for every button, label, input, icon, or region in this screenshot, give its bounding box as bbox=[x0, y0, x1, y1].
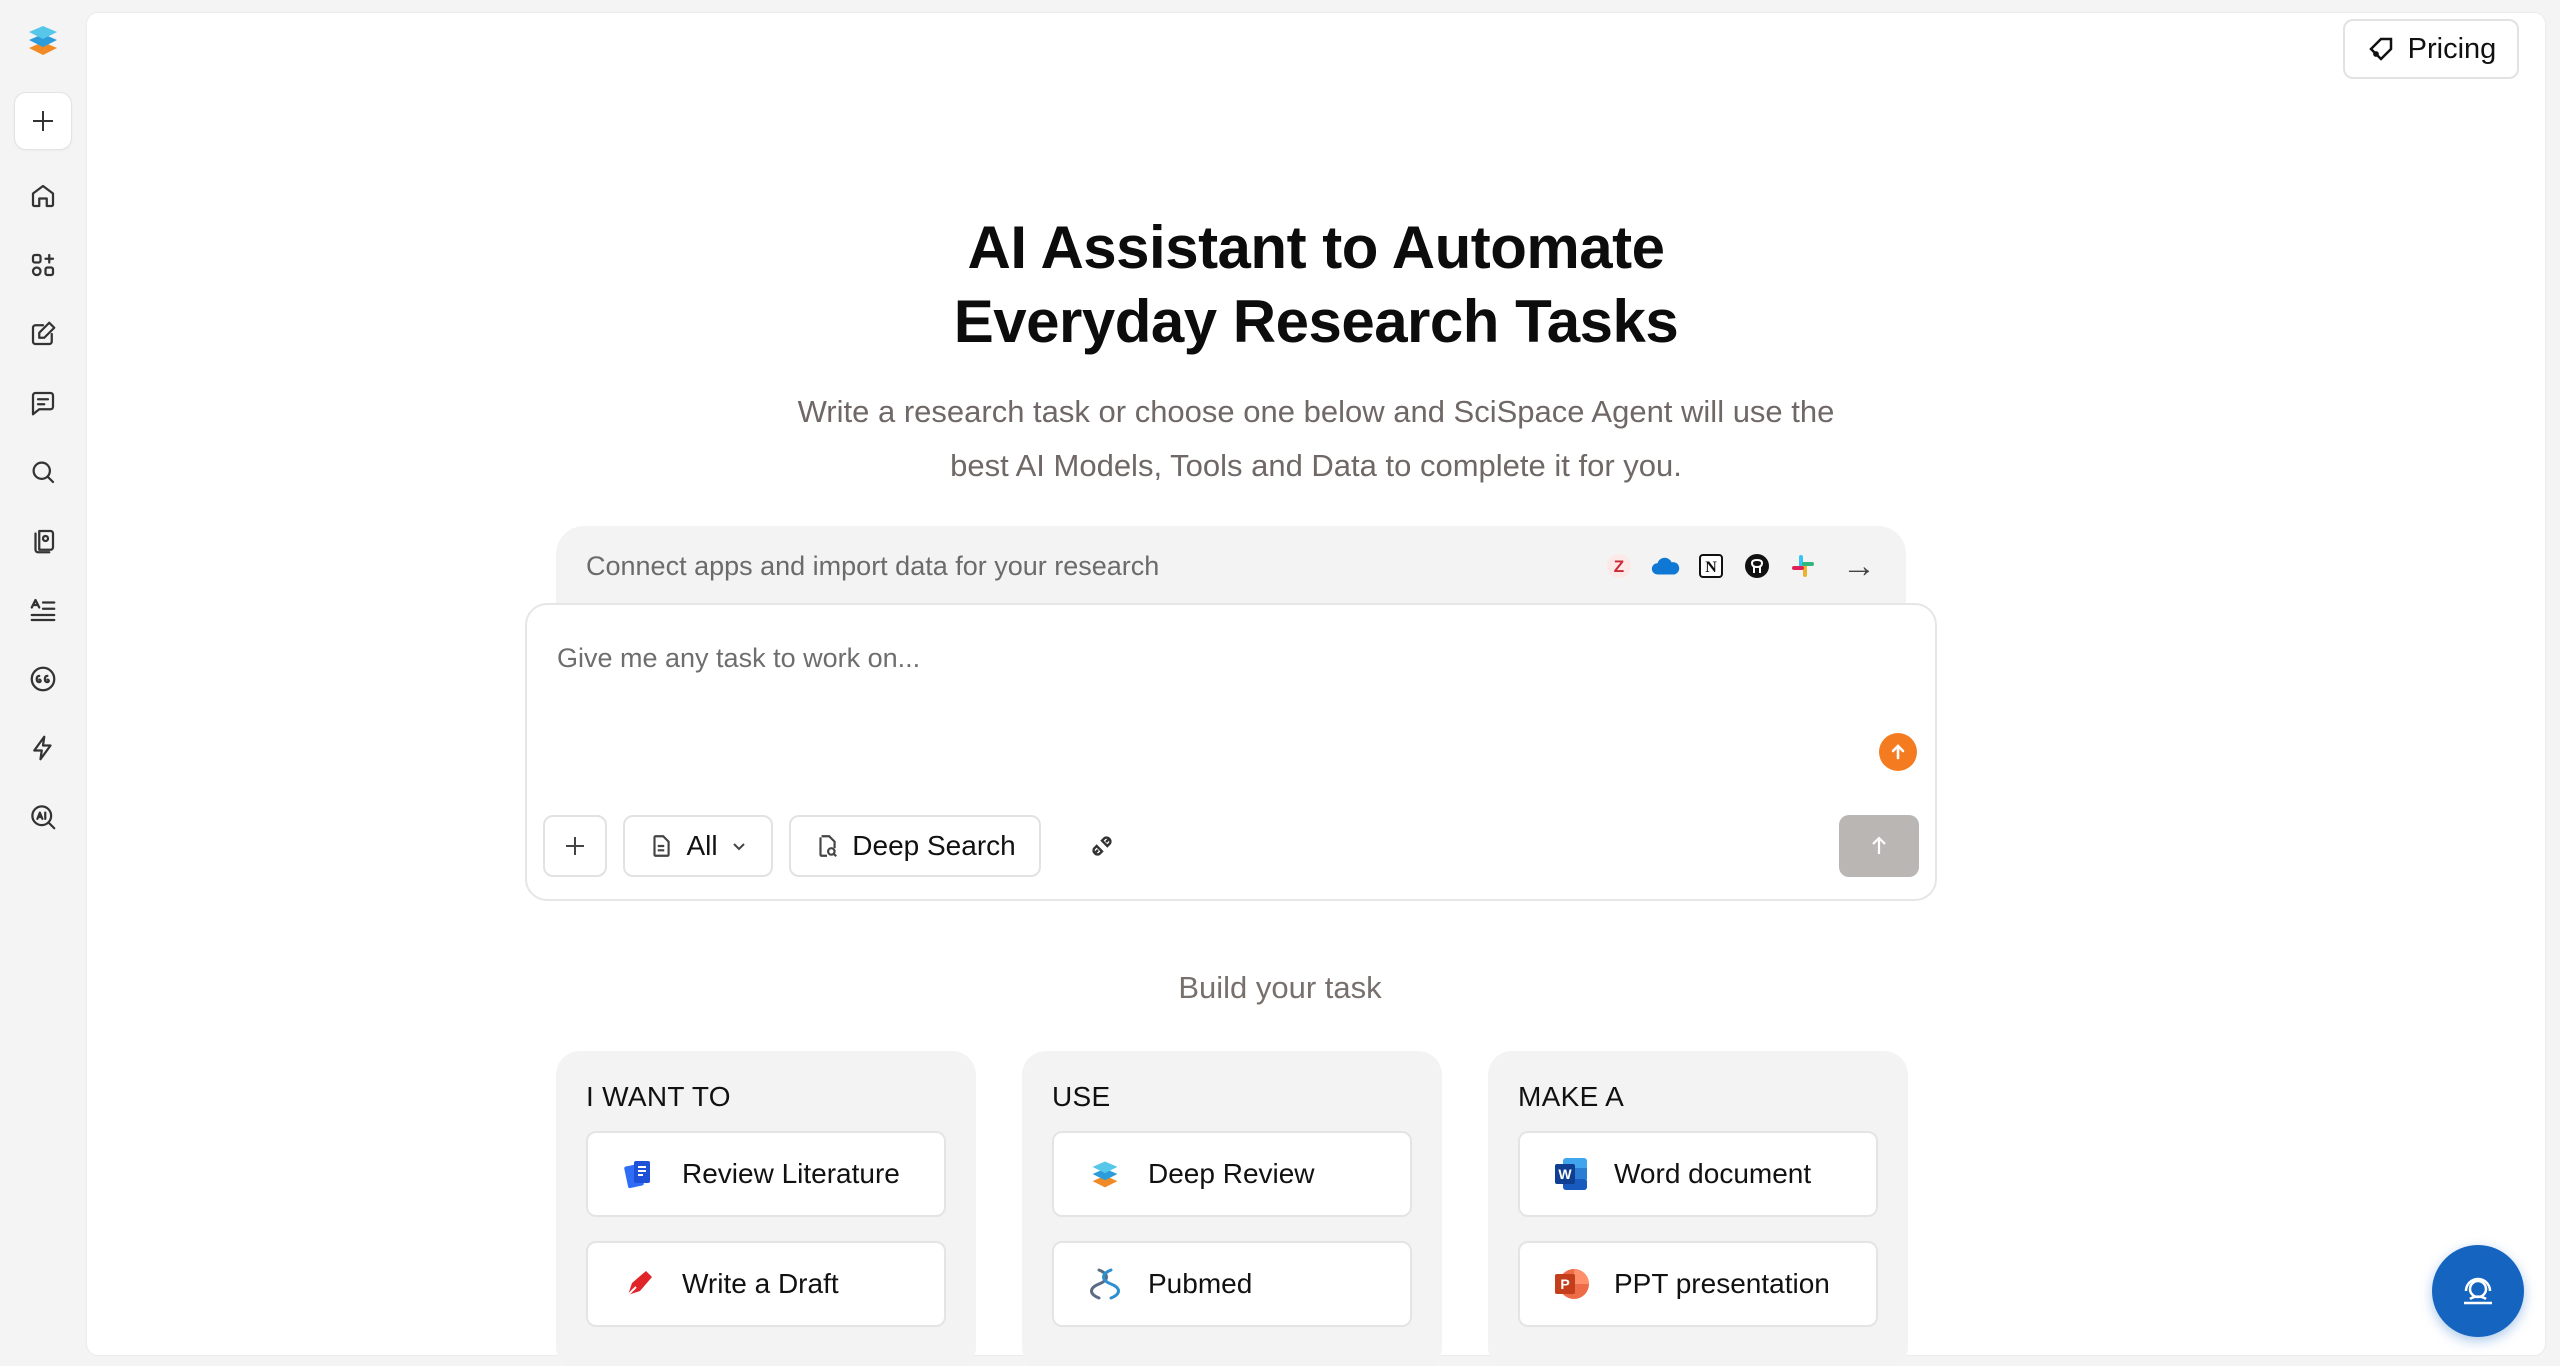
sidebar-item-ai-detector[interactable] bbox=[23, 799, 63, 835]
sidebar-item-library[interactable] bbox=[23, 523, 63, 559]
sidebar-item-home[interactable] bbox=[23, 178, 63, 214]
card-title: I WANT TO bbox=[586, 1081, 731, 1112]
connect-apps-text: Connect apps and import data for your re… bbox=[586, 550, 1160, 581]
pen-icon bbox=[618, 1263, 660, 1305]
support-chat-button[interactable] bbox=[2432, 1245, 2524, 1337]
task-builder-cards: I WANT TO Review Literature Write a Draf… bbox=[556, 1051, 1908, 1366]
zotero-icon: Z bbox=[1604, 551, 1634, 581]
new-task-button[interactable] bbox=[14, 92, 72, 150]
tag-icon bbox=[2368, 37, 2392, 61]
pricing-label: Pricing bbox=[2407, 32, 2497, 65]
page-title-line2: Everyday Research Tasks bbox=[953, 288, 1679, 355]
pricing-button[interactable]: Pricing bbox=[2343, 19, 2519, 79]
sidebar-item-apps[interactable] bbox=[23, 247, 63, 283]
option-write-a-draft[interactable]: Write a Draft bbox=[586, 1241, 946, 1327]
search-icon bbox=[32, 461, 55, 484]
build-your-task-label: Build your task bbox=[1178, 970, 1382, 1005]
add-attachment-button[interactable] bbox=[543, 815, 607, 877]
option-label: Deep Review bbox=[1148, 1158, 1315, 1189]
upload-indicator-icon[interactable] bbox=[1879, 733, 1917, 771]
source-filter-label: All bbox=[686, 830, 718, 861]
sidebar-item-search[interactable] bbox=[23, 454, 63, 490]
plus-icon bbox=[566, 837, 584, 855]
chat-icon bbox=[31, 391, 55, 416]
deep-search-label: Deep Search bbox=[852, 830, 1016, 861]
card-title: USE bbox=[1052, 1081, 1111, 1112]
onedrive-icon bbox=[1650, 551, 1680, 581]
ai-detector-icon bbox=[31, 805, 56, 830]
page-title-line1: AI Assistant to Automate bbox=[967, 214, 1665, 281]
chevron-down-icon bbox=[732, 843, 745, 851]
document-search-icon bbox=[819, 835, 838, 858]
task-input[interactable]: Give me any task to work on... bbox=[557, 643, 920, 674]
option-label: Write a Draft bbox=[682, 1268, 839, 1299]
home-icon bbox=[31, 184, 55, 208]
arrow-right-icon[interactable]: → bbox=[1842, 547, 1876, 586]
page-subtitle-line2: best AI Models, Tools and Data to comple… bbox=[950, 448, 1682, 483]
svg-text:Z: Z bbox=[1614, 557, 1624, 576]
option-pubmed[interactable]: Pubmed bbox=[1052, 1241, 1412, 1327]
sidebar-item-citation[interactable] bbox=[23, 661, 63, 697]
edit-icon bbox=[31, 321, 56, 346]
option-review-literature[interactable]: Review Literature bbox=[586, 1131, 946, 1217]
connect-apps-bar[interactable]: Connect apps and import data for your re… bbox=[556, 526, 1906, 606]
page-title: AI Assistant to Automate Everyday Resear… bbox=[87, 211, 2545, 359]
bolt-icon bbox=[33, 735, 52, 761]
option-deep-review[interactable]: Deep Review bbox=[1052, 1131, 1412, 1217]
card-use: USE Deep Review Pubmed bbox=[1022, 1051, 1442, 1366]
source-filter-dropdown[interactable]: All bbox=[623, 815, 773, 877]
card-title: MAKE A bbox=[1518, 1081, 1625, 1112]
card-i-want-to: I WANT TO Review Literature Write a Draf… bbox=[556, 1051, 976, 1366]
card-make-a: MAKE A W Word document P PPT presentatio… bbox=[1488, 1051, 1908, 1366]
option-ppt-presentation[interactable]: P PPT presentation bbox=[1518, 1241, 1878, 1327]
list-icon bbox=[30, 598, 56, 622]
library-icon bbox=[34, 529, 55, 554]
svg-text:W: W bbox=[1558, 1166, 1572, 1182]
github-icon bbox=[1742, 551, 1772, 581]
arrow-up-icon bbox=[1872, 836, 1886, 854]
svg-text:P: P bbox=[1560, 1276, 1569, 1292]
page-subtitle: Write a research task or choose one belo… bbox=[87, 385, 2545, 493]
sidebar-item-bolt[interactable] bbox=[23, 730, 63, 766]
option-word-document[interactable]: W Word document bbox=[1518, 1131, 1878, 1217]
option-label: PPT presentation bbox=[1614, 1268, 1830, 1299]
scispace-logo-icon[interactable] bbox=[23, 20, 63, 60]
connector-link-button[interactable] bbox=[1077, 815, 1127, 877]
review-literature-icon bbox=[618, 1153, 660, 1195]
word-icon: W bbox=[1550, 1153, 1592, 1195]
apps-icon bbox=[31, 253, 55, 277]
send-button[interactable] bbox=[1839, 815, 1919, 877]
option-label: Word document bbox=[1614, 1158, 1812, 1189]
citation-icon bbox=[30, 666, 56, 692]
document-icon bbox=[653, 835, 671, 857]
scispace-logo-icon bbox=[1084, 1153, 1126, 1195]
plug-icon bbox=[1092, 836, 1112, 856]
plus-icon bbox=[33, 111, 53, 131]
pubmed-icon bbox=[1084, 1263, 1126, 1305]
notion-icon: N bbox=[1696, 551, 1726, 581]
task-composer: Give me any task to work on... All Deep … bbox=[525, 603, 1937, 901]
sidebar bbox=[0, 0, 86, 1366]
option-label: Review Literature bbox=[682, 1158, 900, 1189]
svg-text:N: N bbox=[1705, 559, 1717, 576]
headset-icon bbox=[2464, 1277, 2492, 1305]
sidebar-item-write[interactable] bbox=[23, 316, 63, 352]
deep-search-button[interactable]: Deep Search bbox=[789, 815, 1041, 877]
slack-icon bbox=[1788, 551, 1818, 581]
sidebar-item-chat[interactable] bbox=[23, 385, 63, 421]
option-label: Pubmed bbox=[1148, 1268, 1253, 1299]
sidebar-item-list[interactable] bbox=[23, 592, 63, 628]
powerpoint-icon: P bbox=[1550, 1263, 1592, 1305]
page-subtitle-line1: Write a research task or choose one belo… bbox=[797, 394, 1835, 429]
